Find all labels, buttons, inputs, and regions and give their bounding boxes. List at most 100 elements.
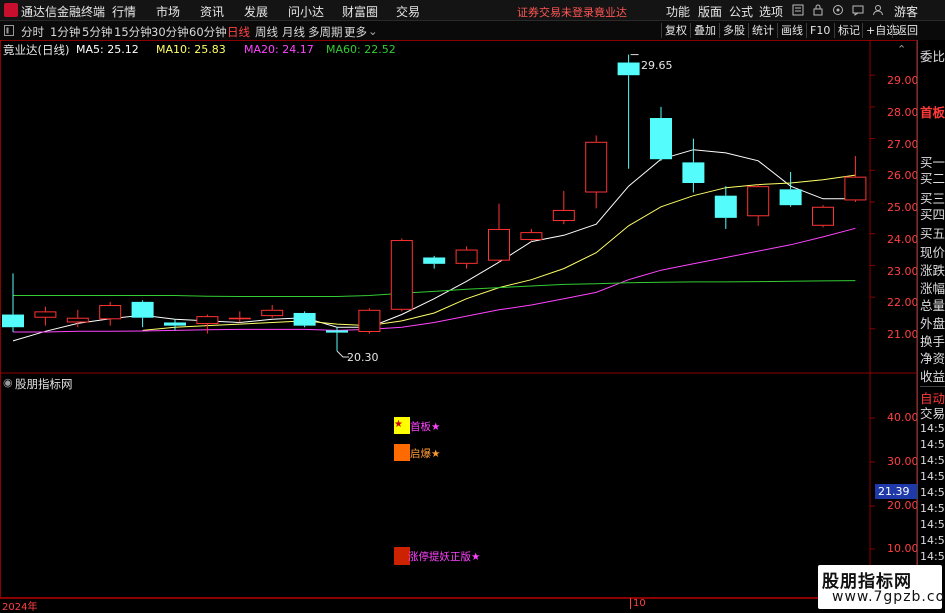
- price-axis-label: 25.00: [887, 201, 919, 214]
- period-30min[interactable]: 30分钟: [151, 24, 189, 40]
- period-15min[interactable]: 15分钟: [114, 24, 152, 40]
- menu-wealth-circle[interactable]: 财富圈: [342, 3, 378, 20]
- tool-options[interactable]: 选项: [759, 3, 783, 20]
- price-axis-label: 26.00: [887, 169, 919, 182]
- draw-line-button[interactable]: 画线: [777, 23, 806, 38]
- signal-first-board-label: 首板★: [410, 421, 441, 433]
- menu-news[interactable]: 资讯: [200, 3, 224, 20]
- period-1min[interactable]: 1分钟: [50, 24, 80, 40]
- side-item: 总量: [920, 298, 945, 313]
- watermark-url: www.7gpzb.com: [832, 589, 945, 605]
- period-weekly[interactable]: 周线: [255, 24, 278, 40]
- trade-login-status[interactable]: 证券交易未登录: [517, 4, 594, 20]
- watermark-badge: 股朋指标网 www.7gpzb.com: [818, 565, 945, 609]
- candle-body-up: [552, 209, 575, 222]
- f10-button[interactable]: F10: [806, 23, 833, 38]
- signal-breakout-label: 启爆★: [410, 448, 441, 460]
- overlay-button[interactable]: 叠加: [690, 23, 719, 38]
- candle-body-down: [617, 62, 640, 76]
- candle-body-down: [293, 312, 316, 326]
- user-label[interactable]: 游客: [894, 3, 918, 20]
- signal-breakout-box: [394, 444, 410, 461]
- low-price-marker: 20.30: [347, 351, 379, 364]
- candle-body-up: [455, 249, 478, 264]
- price-axis-label: 29.00: [887, 74, 919, 87]
- price-axis-label: 22.00: [887, 296, 919, 309]
- lock-icon[interactable]: [812, 4, 824, 16]
- menu-wenxiaoda[interactable]: 问小达: [288, 3, 324, 20]
- stats-button[interactable]: 统计: [748, 23, 777, 38]
- tick-time: 14:56: [920, 438, 945, 451]
- candle-body-up: [812, 206, 834, 226]
- price-axis-label: 28.00: [887, 106, 919, 119]
- back-button[interactable]: 返回: [892, 23, 921, 38]
- collapse-icon[interactable]: [4, 25, 14, 36]
- candle-body-up: [747, 186, 770, 217]
- chevron-down-icon[interactable]: ⌄: [368, 24, 378, 38]
- kline-chart-area[interactable]: 竟业达(日线) MA5: 25.12 MA10: 25.83 MA20: 24.…: [0, 40, 919, 598]
- menu-quotes[interactable]: 行情: [112, 3, 136, 20]
- menu-trade[interactable]: 交易: [396, 3, 420, 20]
- side-item: 委比: [920, 49, 945, 64]
- side-trade-tab[interactable]: 交易: [920, 403, 945, 422]
- period-tick[interactable]: 分时: [21, 24, 44, 40]
- candle-body-up: [390, 240, 413, 310]
- candle-body-down: [423, 257, 446, 264]
- side-item: 买四: [920, 207, 945, 222]
- tick-time: 14:56: [920, 470, 945, 483]
- quote-side-panel: 委比 首板 买一 买二 买三 买四 买五 现价 涨跌 涨幅 总量 外盘 换手 净…: [917, 40, 945, 609]
- candle-body-up: [488, 228, 510, 261]
- side-item: 净资: [920, 351, 945, 366]
- period-5min[interactable]: 5分钟: [82, 24, 112, 40]
- tick-time: 14:56: [920, 550, 945, 563]
- candle-body-down: [326, 330, 348, 333]
- chevron-up-icon[interactable]: ⌃: [897, 43, 906, 56]
- tool-formula[interactable]: 公式: [729, 3, 753, 20]
- tool-function[interactable]: 功能: [666, 3, 690, 20]
- candle-body-down: [682, 162, 705, 183]
- indicator-name[interactable]: 股朋指标网: [15, 376, 73, 392]
- price-axis-label: 24.00: [887, 233, 919, 246]
- user-icon[interactable]: [872, 4, 884, 16]
- time-axis-label: 2024年: [2, 602, 38, 613]
- ma20-label: MA20: 24.17: [244, 43, 314, 56]
- message-icon[interactable]: [852, 4, 864, 16]
- mark-button[interactable]: 标记: [834, 23, 863, 38]
- multi-stock-button[interactable]: 多股: [719, 23, 748, 38]
- period-monthly[interactable]: 月线: [282, 24, 305, 40]
- tick-time: 14:56: [920, 422, 945, 435]
- indicator-current-value: 21.39: [875, 484, 917, 499]
- period-multi[interactable]: 多周期: [308, 24, 343, 40]
- period-more[interactable]: 更多: [344, 24, 367, 40]
- side-item: 收益: [920, 369, 945, 384]
- period-toolbar: 分时 1分钟 5分钟 15分钟 30分钟 60分钟 日线 周线 月线 多周期 更…: [0, 21, 945, 41]
- kline-chart-svg[interactable]: [0, 40, 917, 598]
- candle-body-down: [164, 322, 186, 326]
- period-60min[interactable]: 60分钟: [189, 24, 227, 40]
- tick-time: 14:56: [920, 454, 945, 467]
- side-item: 外盘: [920, 316, 945, 331]
- tick-time: 14:56: [920, 534, 945, 547]
- tool-layout[interactable]: 版面: [698, 3, 722, 20]
- chart-stock-label: 竟业达(日线): [3, 43, 70, 57]
- indicator-collapse-icon[interactable]: ◉: [3, 376, 13, 389]
- menu-market[interactable]: 市场: [156, 3, 180, 20]
- adjust-button[interactable]: 复权: [661, 23, 690, 38]
- indicator-axis-label: 10.00: [887, 542, 919, 555]
- candle-body-up: [261, 309, 284, 317]
- app-name: 通达信金融终端: [21, 5, 106, 19]
- indicator-axis-label: 30.00: [887, 455, 919, 468]
- side-item: 买二: [920, 171, 945, 186]
- period-daily[interactable]: 日线: [227, 24, 250, 40]
- menu-develop[interactable]: 发展: [244, 3, 268, 20]
- candle-body-up: [99, 305, 122, 320]
- indicator-axis-label: 40.00: [887, 411, 919, 424]
- price-axis-label: 23.00: [887, 265, 919, 278]
- price-axis-label: 27.00: [887, 138, 919, 151]
- candle-body-up: [228, 317, 251, 320]
- ma60-line: [13, 280, 856, 297]
- tick-time: 14:56: [920, 486, 945, 499]
- candle-body-up: [66, 317, 89, 323]
- news-icon[interactable]: [792, 4, 804, 16]
- skin-icon[interactable]: [832, 4, 844, 16]
